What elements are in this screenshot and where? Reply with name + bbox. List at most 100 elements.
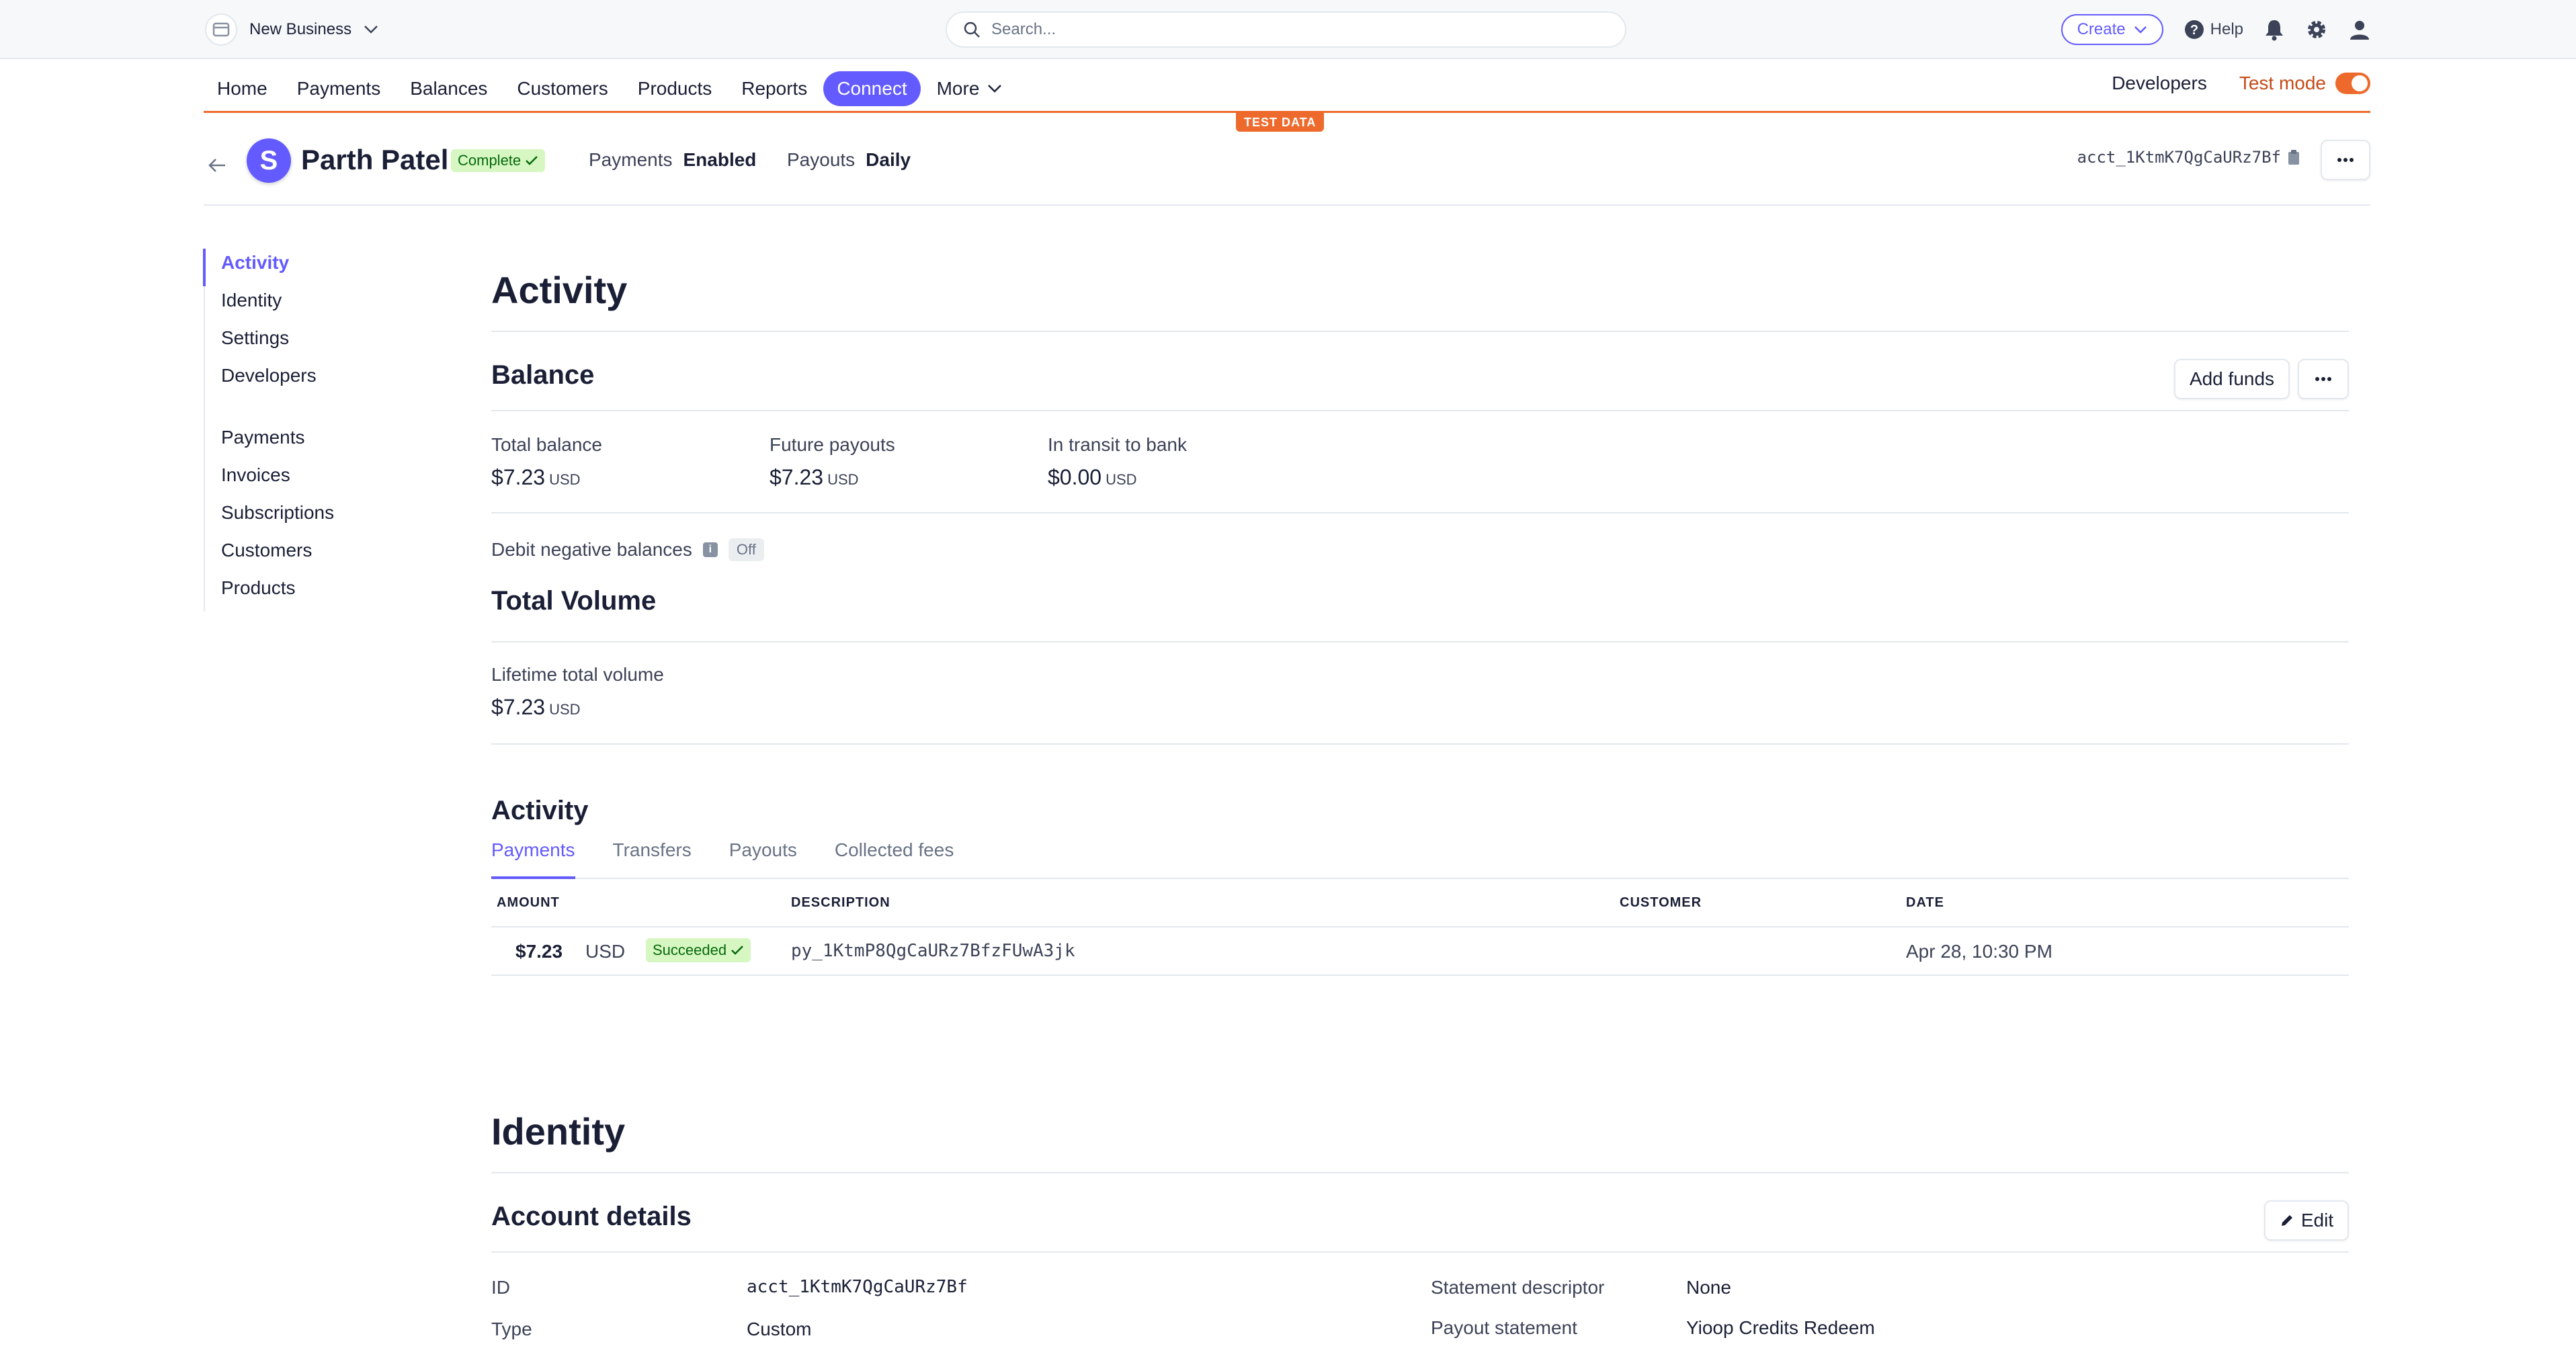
stat-amount: $7.23 xyxy=(491,695,546,719)
check-icon xyxy=(731,946,743,955)
nav-more[interactable]: More xyxy=(923,71,1016,106)
toggle-switch[interactable] xyxy=(2335,73,2370,94)
create-button[interactable]: Create xyxy=(2061,14,2163,45)
help-label: Help xyxy=(2210,20,2243,38)
sidebar-item-subscriptions[interactable]: Subscriptions xyxy=(205,499,351,536)
search-bar[interactable] xyxy=(946,11,1626,48)
tab-payments[interactable]: Payments xyxy=(491,835,575,879)
stat-currency: USD xyxy=(827,471,859,488)
row-currency: USD xyxy=(585,941,626,962)
help-button[interactable]: ? Help xyxy=(2184,19,2243,40)
column-customer[interactable]: CUSTOMER xyxy=(1620,895,1702,911)
status-badge-label: Succeeded xyxy=(653,942,727,958)
payouts-value: Daily xyxy=(866,149,911,170)
lifetime-volume-stat: Lifetime total volume $7.23 USD xyxy=(491,642,2349,745)
add-funds-button[interactable]: Add funds xyxy=(2174,359,2290,399)
chevron-down-icon xyxy=(364,26,378,34)
edit-label: Edit xyxy=(2300,1210,2334,1231)
stat-label: Future payouts xyxy=(770,434,895,455)
stat-currency: USD xyxy=(549,701,581,718)
account-details-title: Account details xyxy=(491,1202,692,1231)
payouts-status: Payouts Daily xyxy=(787,149,911,171)
sidebar-item-developers[interactable]: Developers xyxy=(205,362,351,399)
nav-reports[interactable]: Reports xyxy=(728,71,821,106)
status-badge: Complete xyxy=(451,149,546,172)
user-icon[interactable] xyxy=(2348,18,2371,41)
sidebar-divider xyxy=(205,399,351,423)
nav-payments[interactable]: Payments xyxy=(284,71,394,106)
debit-negative-balances: Debit negative balances i Off xyxy=(491,513,2349,586)
type-label: Type xyxy=(491,1319,532,1339)
clipboard-icon[interactable] xyxy=(2288,149,2300,165)
sidebar-item-payments[interactable]: Payments xyxy=(205,423,351,461)
balance-more-button[interactable] xyxy=(2298,359,2349,399)
tab-payouts[interactable]: Payouts xyxy=(729,835,797,879)
account-name-title: Parth Patel xyxy=(301,144,449,175)
account-sidebar: Activity Identity Settings Developers Pa… xyxy=(203,249,351,612)
statement-descriptor-label: Statement descriptor xyxy=(1431,1277,1605,1298)
row-amount: $7.23 xyxy=(515,941,563,962)
account-switcher[interactable]: New Business xyxy=(205,13,378,46)
stat-label: Total balance xyxy=(491,434,603,455)
test-mode-toggle[interactable]: Test mode xyxy=(2239,73,2370,94)
payout-statement-value: Yioop Credits Redeem xyxy=(1686,1317,1875,1338)
gear-icon[interactable] xyxy=(2305,18,2328,41)
sidebar-item-settings[interactable]: Settings xyxy=(205,324,351,362)
table-row[interactable]: $7.23 USD Succeeded py_1KtmP8QgCaURz7Bfz… xyxy=(491,927,2349,976)
more-icon xyxy=(2337,158,2354,162)
payments-label: Payments xyxy=(589,149,673,170)
sidebar-item-invoices[interactable]: Invoices xyxy=(205,461,351,499)
stat-value: $7.23 USD xyxy=(491,465,770,490)
top-bar: New Business Create ? Help xyxy=(0,0,2576,59)
account-more-button[interactable] xyxy=(2321,140,2370,180)
account-id-text: acct_1KtmK7QgCaURz7Bf xyxy=(2077,148,2281,167)
edit-button[interactable]: Edit xyxy=(2264,1200,2349,1241)
total-volume-header: Total Volume xyxy=(491,586,2349,642)
balance-header: Balance Add funds xyxy=(491,332,2349,411)
bell-icon[interactable] xyxy=(2263,18,2285,41)
column-amount[interactable]: AMOUNT xyxy=(497,895,560,911)
payouts-label: Payouts xyxy=(787,149,856,170)
chevron-down-icon xyxy=(2134,26,2147,34)
nav-home[interactable]: Home xyxy=(204,71,281,106)
info-icon[interactable]: i xyxy=(702,542,718,557)
search-input[interactable] xyxy=(991,20,1596,39)
stat-currency: USD xyxy=(549,471,581,488)
status-badge-label: Complete xyxy=(458,152,522,169)
svg-text:?: ? xyxy=(2190,23,2198,38)
debit-label: Debit negative balances xyxy=(491,539,692,560)
row-date: Apr 28, 10:30 PM xyxy=(1906,941,2052,962)
more-icon xyxy=(2315,377,2331,381)
sidebar-item-customers[interactable]: Customers xyxy=(205,536,351,574)
nav-balances[interactable]: Balances xyxy=(397,71,501,106)
nav-connect[interactable]: Connect xyxy=(823,71,921,106)
nav-products[interactable]: Products xyxy=(624,71,726,106)
account-avatar: S xyxy=(247,138,291,183)
column-date[interactable]: DATE xyxy=(1906,895,1944,911)
stat-value: $7.23 USD xyxy=(491,695,2349,720)
column-description[interactable]: DESCRIPTION xyxy=(791,895,890,911)
activity-title: Activity xyxy=(491,262,2349,332)
account-details-list: ID acct_1KtmK7QgCaURz7Bf Type Custom Sta… xyxy=(491,1253,2349,1371)
activity-tabs: Payments Transfers Payouts Collected fee… xyxy=(491,835,2349,879)
sidebar-item-activity[interactable]: Activity xyxy=(203,249,351,286)
payments-status: Payments Enabled xyxy=(589,149,756,171)
account-id[interactable]: acct_1KtmK7QgCaURz7Bf xyxy=(2077,148,2300,167)
stat-amount: $7.23 xyxy=(491,465,546,489)
balance-stats: Total balance $7.23 USD Future payouts $7… xyxy=(491,411,2349,513)
payments-value: Enabled xyxy=(683,149,757,170)
payout-statement-label: Payout statement xyxy=(1431,1317,1577,1338)
sidebar-item-identity[interactable]: Identity xyxy=(205,286,351,324)
back-arrow-icon[interactable] xyxy=(204,152,231,179)
statement-descriptor-value: None xyxy=(1686,1277,1731,1298)
nav-developers[interactable]: Developers xyxy=(2112,73,2207,94)
help-icon: ? xyxy=(2184,20,2204,39)
store-icon xyxy=(205,13,237,46)
sidebar-item-products[interactable]: Products xyxy=(205,574,351,612)
tab-transfers[interactable]: Transfers xyxy=(613,835,692,879)
top-actions: Create ? Help xyxy=(2061,13,2371,46)
nav-customers[interactable]: Customers xyxy=(503,71,621,106)
debit-status-badge: Off xyxy=(728,538,764,561)
tab-collected-fees[interactable]: Collected fees xyxy=(835,835,954,879)
stat-value: $0.00 USD xyxy=(1048,465,1326,490)
